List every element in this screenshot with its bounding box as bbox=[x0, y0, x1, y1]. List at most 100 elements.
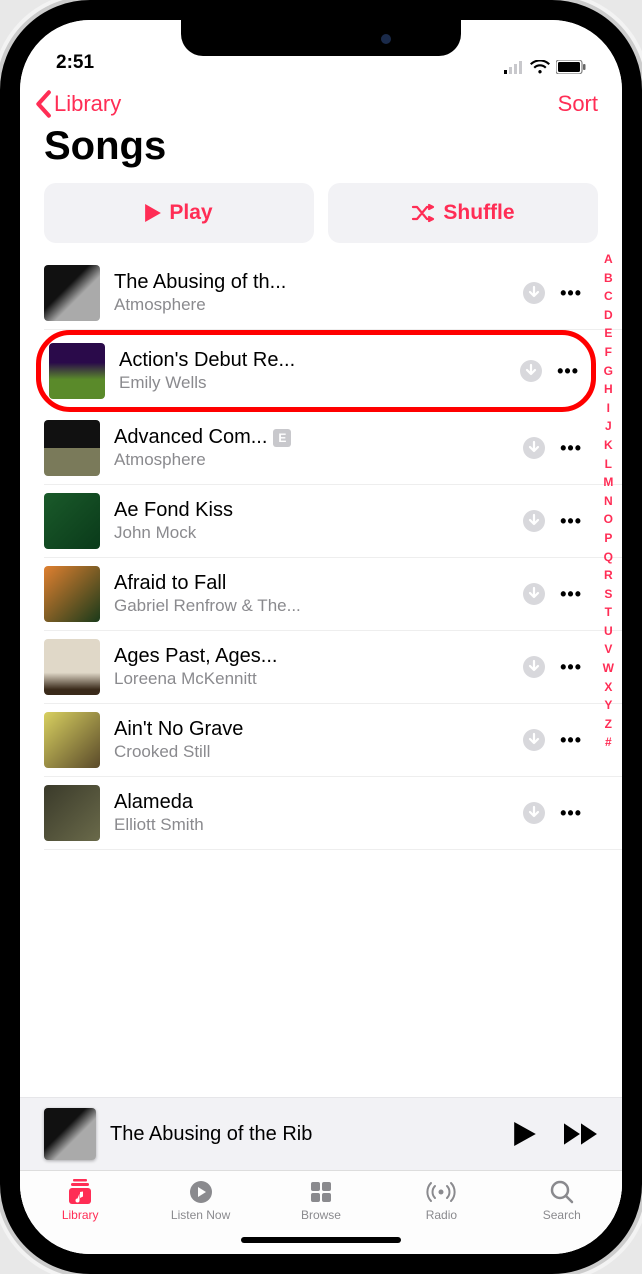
index-letter[interactable]: A bbox=[603, 250, 614, 269]
page-title: Songs bbox=[20, 122, 622, 183]
index-letter[interactable]: O bbox=[603, 510, 614, 529]
tab-search[interactable]: Search bbox=[502, 1179, 622, 1222]
back-label: Library bbox=[54, 91, 121, 117]
album-art bbox=[44, 493, 100, 549]
index-letter[interactable]: I bbox=[603, 399, 614, 418]
tab-radio[interactable]: Radio bbox=[381, 1179, 501, 1222]
song-row[interactable]: Action's Debut Re...Emily Wells ••• bbox=[36, 330, 596, 412]
row-actions: ••• bbox=[522, 728, 582, 752]
tab-listen-now[interactable]: Listen Now bbox=[140, 1179, 260, 1222]
download-icon[interactable] bbox=[522, 728, 546, 752]
more-icon[interactable]: ••• bbox=[560, 283, 582, 304]
download-icon[interactable] bbox=[522, 436, 546, 460]
index-letter[interactable]: Z bbox=[603, 715, 614, 734]
song-title: Ages Past, Ages... bbox=[114, 645, 516, 668]
song-artist: Crooked Still bbox=[114, 742, 516, 762]
row-actions: ••• bbox=[522, 582, 582, 606]
home-indicator[interactable] bbox=[20, 1226, 622, 1254]
song-text: Ae Fond KissJohn Mock bbox=[114, 499, 516, 543]
tab-label: Search bbox=[543, 1208, 581, 1222]
song-list[interactable]: The Abusing of th...Atmosphere•••Action'… bbox=[20, 257, 622, 1097]
song-artist: John Mock bbox=[114, 523, 516, 543]
index-letter[interactable]: F bbox=[603, 343, 614, 362]
song-row[interactable]: Ae Fond KissJohn Mock ••• bbox=[44, 485, 622, 558]
play-icon bbox=[145, 204, 161, 222]
shuffle-button[interactable]: Shuffle bbox=[328, 183, 598, 243]
tab-library[interactable]: Library bbox=[20, 1179, 140, 1222]
song-row[interactable]: The Abusing of th...Atmosphere••• bbox=[44, 257, 622, 330]
index-letter[interactable]: # bbox=[603, 733, 614, 752]
index-letter[interactable]: S bbox=[603, 585, 614, 604]
song-text: Action's Debut Re...Emily Wells bbox=[119, 349, 513, 393]
index-letter[interactable]: B bbox=[603, 269, 614, 288]
notch bbox=[181, 20, 461, 56]
download-icon[interactable] bbox=[522, 655, 546, 679]
index-letter[interactable]: P bbox=[603, 529, 614, 548]
index-letter[interactable]: R bbox=[603, 566, 614, 585]
row-actions: ••• bbox=[522, 509, 582, 533]
download-icon[interactable] bbox=[522, 801, 546, 825]
song-row[interactable]: Advanced Com...EAtmosphere ••• bbox=[44, 412, 622, 485]
cellular-icon bbox=[504, 61, 524, 74]
index-letter[interactable]: Y bbox=[603, 696, 614, 715]
fast-forward-icon[interactable] bbox=[564, 1123, 598, 1145]
index-letter[interactable]: U bbox=[603, 622, 614, 641]
explicit-badge: E bbox=[273, 429, 291, 447]
tab-label: Radio bbox=[426, 1208, 457, 1222]
song-text: AlamedaElliott Smith bbox=[114, 791, 516, 835]
song-title: Alameda bbox=[114, 791, 516, 814]
play-icon[interactable] bbox=[514, 1122, 536, 1146]
index-letter[interactable]: K bbox=[603, 436, 614, 455]
index-letter[interactable]: H bbox=[603, 380, 614, 399]
status-time: 2:51 bbox=[56, 52, 94, 74]
download-icon[interactable] bbox=[519, 359, 543, 383]
index-strip[interactable]: ABCDEFGHIJKLMNOPQRSTUVWXYZ# bbox=[603, 250, 614, 752]
album-art bbox=[44, 566, 100, 622]
song-row[interactable]: Ages Past, Ages...Loreena McKennitt••• bbox=[44, 631, 622, 704]
more-icon[interactable]: ••• bbox=[560, 657, 582, 678]
tab-label: Listen Now bbox=[171, 1208, 230, 1222]
song-row[interactable]: Ain't No GraveCrooked Still••• bbox=[44, 704, 622, 777]
now-playing-bar[interactable]: The Abusing of the Rib bbox=[20, 1097, 622, 1170]
index-letter[interactable]: L bbox=[603, 455, 614, 474]
index-letter[interactable]: T bbox=[603, 603, 614, 622]
index-letter[interactable]: W bbox=[603, 659, 614, 678]
index-letter[interactable]: J bbox=[603, 417, 614, 436]
battery-icon bbox=[556, 60, 586, 74]
download-icon[interactable] bbox=[522, 509, 546, 533]
status-right bbox=[504, 60, 586, 74]
wifi-icon bbox=[530, 60, 550, 74]
song-artist: Gabriel Renfrow & The... bbox=[114, 596, 516, 616]
tab-browse[interactable]: Browse bbox=[261, 1179, 381, 1222]
play-button[interactable]: Play bbox=[44, 183, 314, 243]
song-row[interactable]: AlamedaElliott Smith ••• bbox=[44, 777, 622, 850]
more-icon[interactable]: ••• bbox=[560, 438, 582, 459]
song-title: Ae Fond Kiss bbox=[114, 499, 516, 522]
index-letter[interactable]: X bbox=[603, 678, 614, 697]
index-letter[interactable]: G bbox=[603, 362, 614, 381]
shuffle-label: Shuffle bbox=[443, 201, 514, 225]
album-art bbox=[44, 639, 100, 695]
song-row[interactable]: Afraid to FallGabriel Renfrow & The...••… bbox=[44, 558, 622, 631]
download-icon[interactable] bbox=[522, 281, 546, 305]
more-icon[interactable]: ••• bbox=[560, 803, 582, 824]
back-button[interactable]: Library bbox=[34, 90, 121, 118]
download-icon[interactable] bbox=[522, 582, 546, 606]
index-letter[interactable]: C bbox=[603, 287, 614, 306]
index-letter[interactable]: N bbox=[603, 492, 614, 511]
index-letter[interactable]: Q bbox=[603, 548, 614, 567]
album-art bbox=[44, 420, 100, 476]
now-playing-title: The Abusing of the Rib bbox=[110, 1123, 500, 1146]
row-actions: ••• bbox=[522, 655, 582, 679]
more-icon[interactable]: ••• bbox=[557, 361, 579, 382]
index-letter[interactable]: E bbox=[603, 324, 614, 343]
song-title: Action's Debut Re... bbox=[119, 349, 513, 372]
more-icon[interactable]: ••• bbox=[560, 584, 582, 605]
index-letter[interactable]: V bbox=[603, 640, 614, 659]
index-letter[interactable]: D bbox=[603, 306, 614, 325]
song-text: Advanced Com...EAtmosphere bbox=[114, 426, 516, 470]
sort-button[interactable]: Sort bbox=[558, 91, 598, 117]
more-icon[interactable]: ••• bbox=[560, 511, 582, 532]
more-icon[interactable]: ••• bbox=[560, 730, 582, 751]
index-letter[interactable]: M bbox=[603, 473, 614, 492]
